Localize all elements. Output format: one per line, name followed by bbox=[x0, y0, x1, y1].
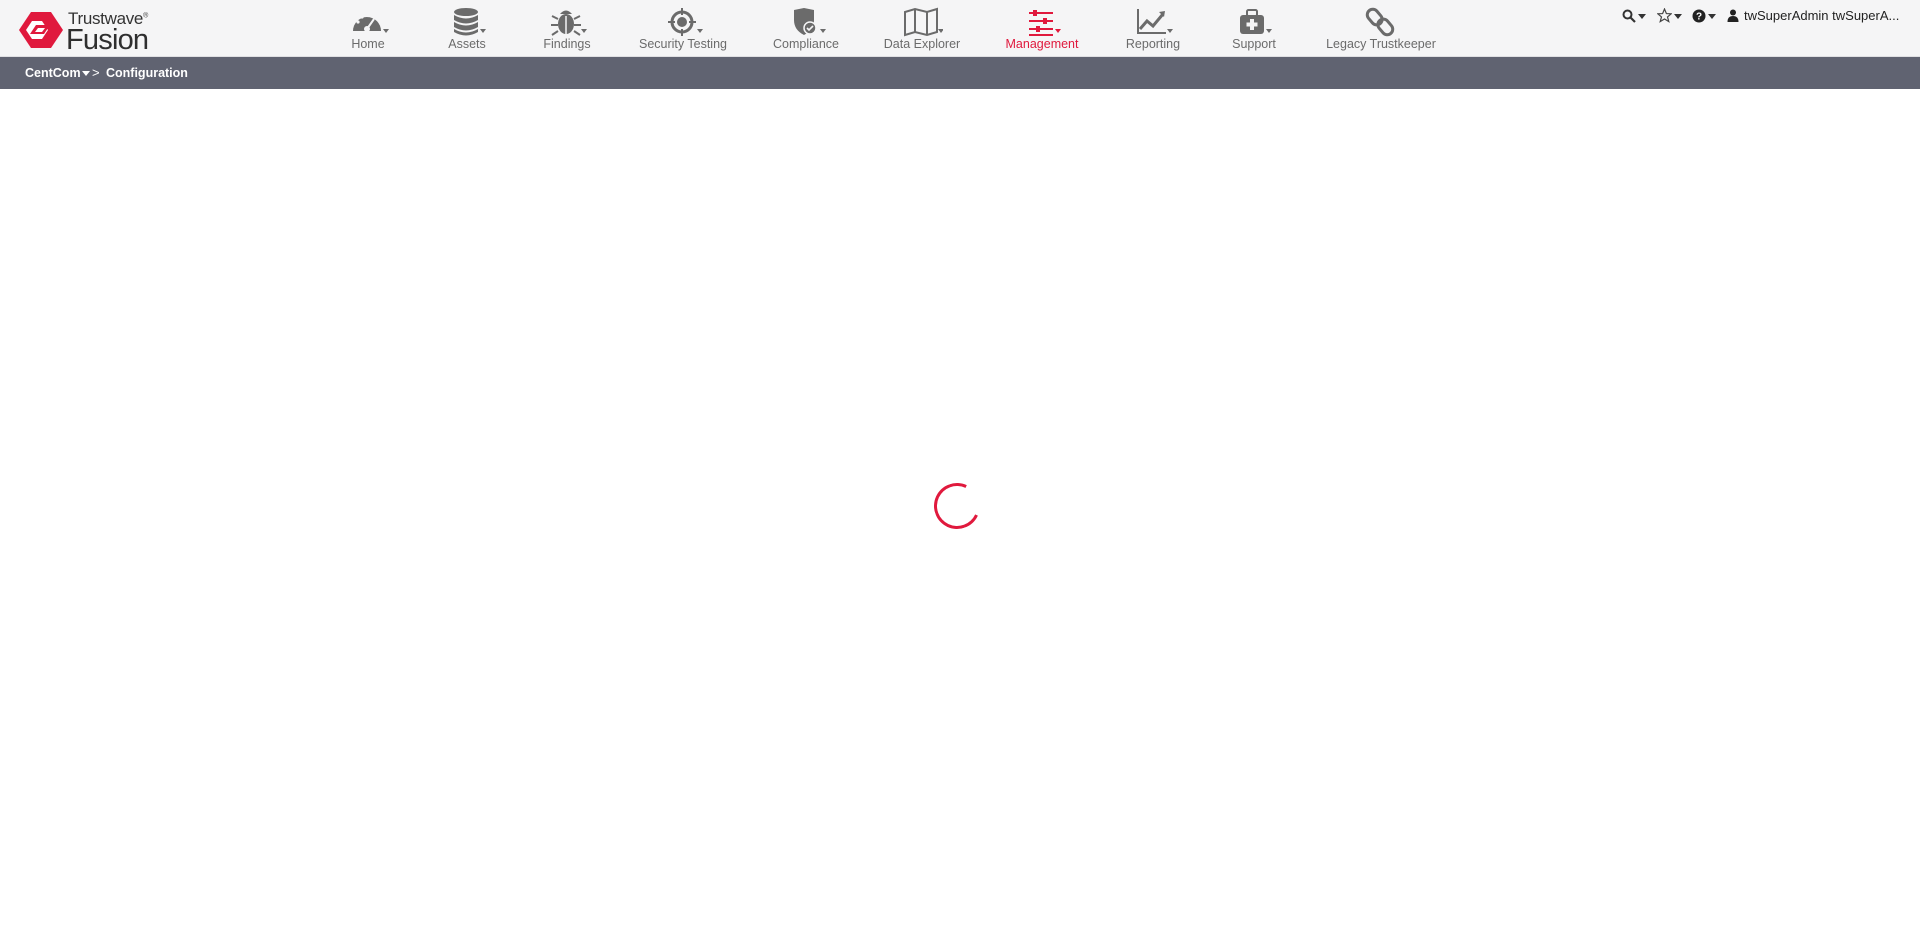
nav-item-management[interactable]: Management bbox=[1004, 0, 1080, 56]
nav-item-legacy-trustkeeper[interactable]: Legacy Trustkeeper bbox=[1326, 0, 1436, 56]
nav-label-findings: Findings bbox=[543, 37, 591, 51]
chevron-down-icon bbox=[1708, 14, 1716, 19]
crosshair-globe-icon bbox=[668, 8, 703, 36]
chain-link-icon bbox=[1365, 7, 1395, 37]
svg-text:?: ? bbox=[1696, 12, 1702, 23]
nav-item-reporting[interactable]: Reporting bbox=[1122, 0, 1184, 56]
nav-item-security-testing[interactable]: Security Testing bbox=[638, 0, 728, 56]
chevron-down-icon bbox=[82, 71, 90, 76]
map-icon bbox=[904, 7, 943, 37]
breadcrumb-root[interactable]: CentCom bbox=[25, 66, 90, 80]
chevron-down-icon bbox=[1674, 14, 1682, 19]
nav-item-home[interactable]: Home bbox=[340, 0, 396, 56]
breadcrumb: CentCom > Configuration bbox=[0, 57, 1920, 89]
nav-item-compliance[interactable]: Compliance bbox=[770, 0, 842, 56]
search-menu[interactable] bbox=[1622, 8, 1646, 24]
top-navigation-bar: Trustwave® Fusion Home Assets Findings S… bbox=[0, 0, 1920, 57]
chevron-down-icon bbox=[1638, 14, 1646, 19]
nav-label-home: Home bbox=[351, 37, 385, 51]
nav-label-data-explorer: Data Explorer bbox=[883, 37, 961, 51]
help-icon: ? bbox=[1692, 9, 1706, 23]
user-icon bbox=[1727, 9, 1739, 22]
breadcrumb-root-label: CentCom bbox=[25, 66, 81, 80]
nav-label-management: Management bbox=[1005, 37, 1079, 51]
line-chart-icon bbox=[1137, 9, 1173, 34]
nav-label-security-testing: Security Testing bbox=[638, 37, 727, 51]
favorites-menu[interactable] bbox=[1657, 8, 1682, 24]
nav-item-assets[interactable]: Assets bbox=[440, 0, 494, 56]
first-aid-kit-icon bbox=[1240, 9, 1272, 34]
sliders-icon bbox=[1029, 10, 1061, 36]
database-icon bbox=[454, 8, 486, 36]
nav-label-legacy-trustkeeper: Legacy Trustkeeper bbox=[1326, 37, 1436, 51]
trustwave-logo-icon bbox=[19, 12, 63, 48]
nav-label-assets: Assets bbox=[448, 37, 486, 51]
breadcrumb-separator: > bbox=[92, 65, 100, 80]
dashboard-gauge-icon bbox=[353, 13, 389, 33]
shield-check-icon bbox=[794, 8, 826, 35]
nav-label-compliance: Compliance bbox=[772, 37, 839, 51]
nav-label-support: Support bbox=[1232, 37, 1276, 51]
nav-label-reporting: Reporting bbox=[1125, 37, 1181, 51]
nav-item-findings[interactable]: Findings bbox=[538, 0, 596, 56]
brand-name-large: Fusion bbox=[66, 24, 149, 56]
star-icon bbox=[1657, 8, 1672, 23]
nav-item-data-explorer[interactable]: Data Explorer bbox=[882, 0, 962, 56]
help-menu[interactable]: ? bbox=[1692, 8, 1716, 24]
brand-logo[interactable]: Trustwave® Fusion bbox=[18, 8, 153, 56]
nav-item-support[interactable]: Support bbox=[1226, 0, 1282, 56]
user-name[interactable]: twSuperAdmin twSuperA... bbox=[1744, 8, 1899, 23]
bug-icon bbox=[551, 10, 587, 36]
search-icon bbox=[1622, 9, 1636, 23]
breadcrumb-current: Configuration bbox=[106, 66, 188, 80]
